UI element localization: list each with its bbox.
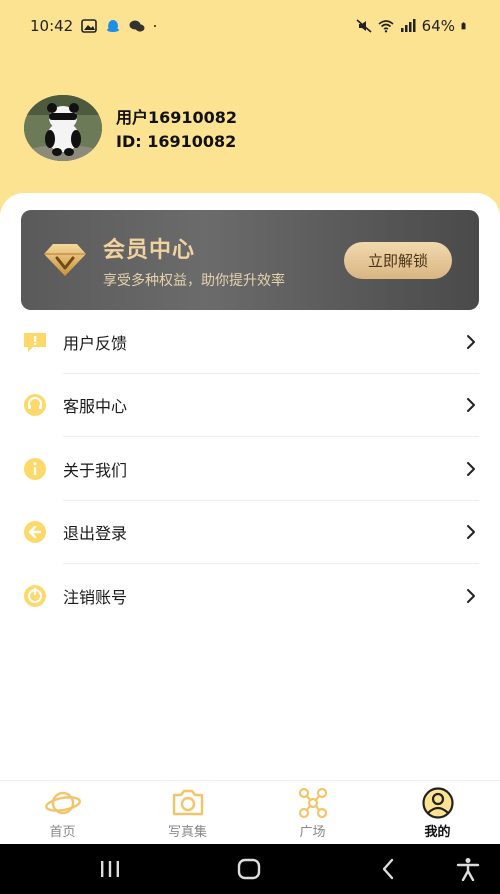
menu-item-logout[interactable]: 退出登录 [0,501,500,564]
menu-item-feedback[interactable]: 用户反馈 [0,310,500,374]
chevron-right-icon [467,334,475,349]
chevron-right-icon [467,398,475,413]
menu-label: 客服中心 [63,397,128,417]
tab-home[interactable]: 首页 [0,781,125,844]
tab-label: 写真集 [167,825,207,840]
chevron-right-icon [467,525,475,540]
user-id: ID: 16910082 [116,132,237,151]
tab-album[interactable]: 写真集 [125,781,250,844]
user-name: 用户16910082 [116,108,238,127]
menu-item-about[interactable]: 关于我们 [0,437,500,501]
menu-label: 用户反馈 [63,333,128,353]
panda-avatar [24,95,102,161]
avatar[interactable] [24,95,102,161]
vip-card[interactable]: 会员中心 享受多种权益，助你提升效率 立即解锁 [21,210,479,310]
mute-icon [356,19,372,33]
menu-item-customer-service[interactable]: 客服中心 [0,374,500,437]
tab-mine[interactable]: 我的 [375,781,500,844]
feedback-icon [24,332,46,352]
unlock-button[interactable]: 立即解锁 [344,242,452,279]
chevron-right-icon [467,461,475,476]
battery-percent: 64% [421,17,455,35]
menu-list: 用户反馈 客服中心 关于我们 退出登录 注销账号 [0,310,500,628]
camera-icon [172,789,203,816]
tab-plaza[interactable]: 广场 [250,781,375,844]
info-icon [24,457,46,480]
system-nav-bar [0,844,500,894]
diamond-icon [44,244,86,276]
menu-label: 退出登录 [63,524,128,544]
tab-label: 我的 [424,825,451,840]
status-time: 10:42 [30,17,74,35]
battery-icon [461,22,466,30]
menu-label: 注销账号 [63,587,128,607]
back-icon[interactable] [375,857,403,881]
dot-icon [154,25,157,27]
planet-icon [44,791,81,815]
home-icon[interactable] [235,857,263,881]
accessibility-icon[interactable] [454,857,482,881]
chevron-right-icon [467,588,475,603]
status-bar: 10:42 64% [0,0,500,52]
tab-label: 广场 [299,825,326,840]
menu-label: 关于我们 [63,460,128,480]
logout-icon [24,521,46,544]
cancel-account-icon [24,584,46,607]
signal-icon [400,19,416,32]
recent-apps-icon[interactable] [96,857,124,881]
vip-subtitle: 享受多种权益，助你提升效率 [103,273,285,289]
tab-label: 首页 [49,825,76,840]
network-icon [298,787,327,819]
wifi-icon [378,20,394,33]
content-panel: 会员中心 享受多种权益，助你提升效率 立即解锁 用户反馈 客服中心 关于我们 退… [0,193,500,780]
wechat-icon [129,20,145,32]
bottom-tab-bar: 首页 写真集 广场 我的 [0,780,500,844]
customer-service-icon [24,394,46,417]
gallery-icon [81,19,98,33]
user-icon [421,787,454,819]
menu-item-cancel-account[interactable]: 注销账号 [0,564,500,628]
qq-icon [107,20,120,32]
vip-title: 会员中心 [103,238,196,263]
